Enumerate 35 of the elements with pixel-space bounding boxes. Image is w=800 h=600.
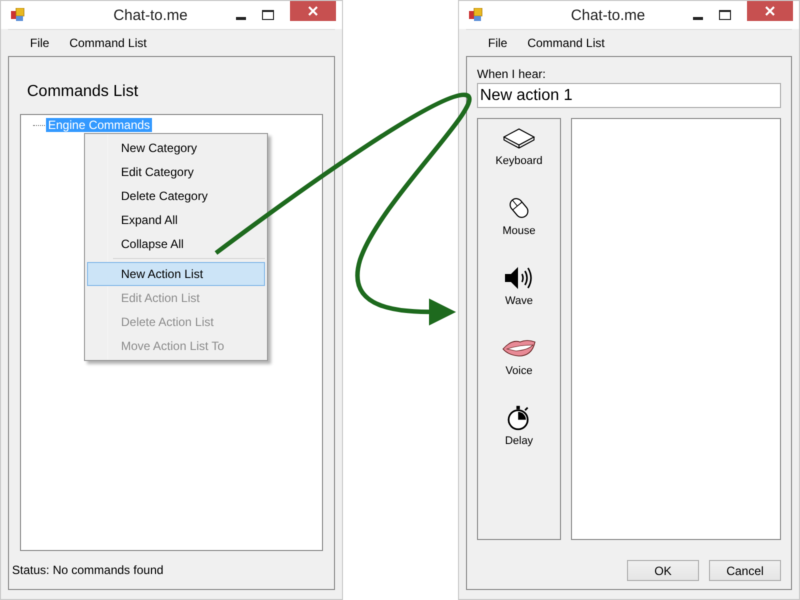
context-menu-item[interactable]: Delete Category [87,184,265,208]
dialog-button[interactable]: OK [627,560,699,581]
tool-label: Delay [504,435,534,447]
app-icon [469,8,483,22]
window-title: Chat-to.me [570,6,646,24]
close-button[interactable] [290,1,336,21]
menu-item[interactable]: File [488,36,508,50]
field-label: When I hear: [477,67,547,81]
section-heading: Commands List [27,83,140,101]
dialog-button[interactable]: Cancel [709,560,781,581]
maximize-icon[interactable] [262,10,274,20]
tool-label: Mouse [502,225,536,237]
input-field[interactable]: New action 1 [477,83,781,108]
minimize-icon[interactable] [236,16,246,20]
context-menu-item[interactable]: Expand All [87,208,265,232]
status-text: Status: No commands found [12,563,164,577]
context-menu-item[interactable]: Collapse All [87,232,265,256]
app-icon [11,8,25,22]
close-button[interactable] [747,1,793,21]
close-icon [765,6,775,16]
speaker-icon[interactable] [503,265,535,291]
tool-label: Keyboard [495,155,543,167]
menu-item[interactable]: Command List [69,36,147,50]
tool-label: Wave [505,295,533,307]
menu-item[interactable]: File [30,36,50,50]
context-menu-item[interactable]: Edit Category [87,160,265,184]
context-menu-item[interactable]: New Action List [87,262,265,286]
tree-line [33,124,45,126]
close-icon [308,6,318,16]
maximize-icon[interactable] [719,10,731,20]
window-title: Chat-to.me [112,6,189,24]
context-menu-item[interactable]: New Category [87,136,265,160]
minimize-icon[interactable] [693,16,703,20]
tool-label: Voice [506,365,532,377]
menu-item[interactable]: Command List [527,36,605,50]
